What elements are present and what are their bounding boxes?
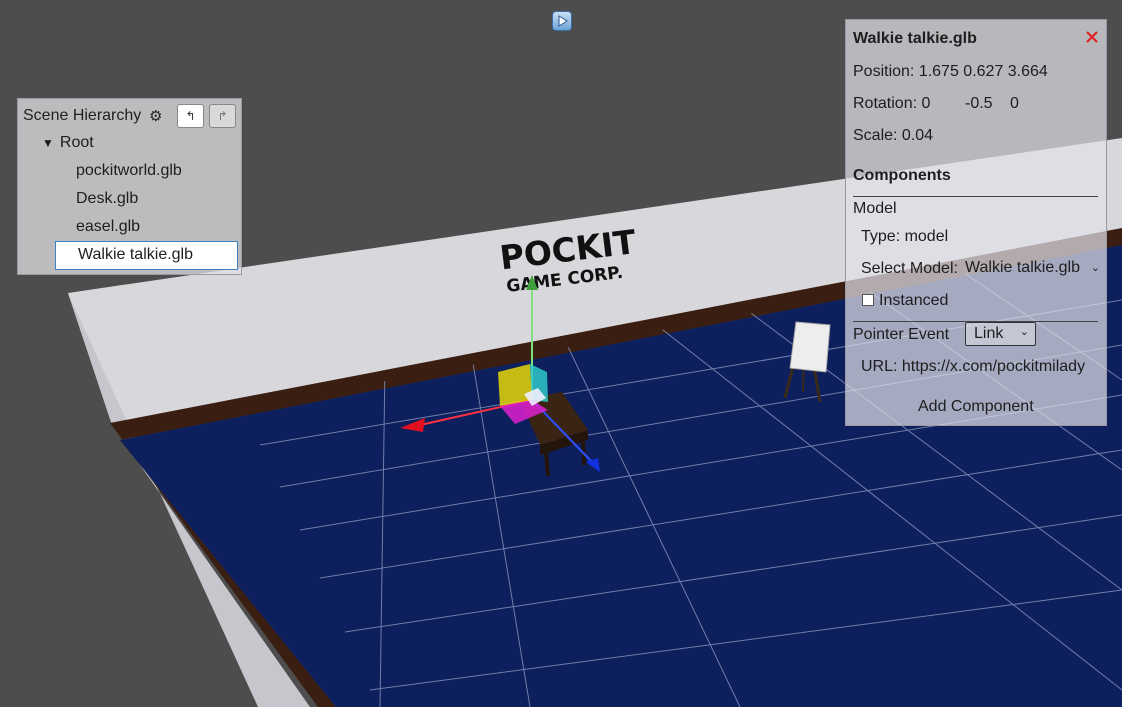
pointer-event-label: Pointer Event: [853, 326, 950, 343]
tree-item[interactable]: pockitworld.glb: [76, 162, 182, 180]
divider: [853, 196, 1098, 197]
inspector-title: Walkie talkie.glb: [853, 30, 977, 47]
tree-node-label: Root: [59, 134, 94, 151]
instanced-label: Instanced: [879, 292, 949, 309]
tree-node-root[interactable]: ▼ Root: [42, 134, 94, 152]
position-readout: Position: 1.675 0.627 3.664: [853, 63, 1048, 80]
undo-icon: ↰: [185, 109, 196, 123]
instanced-checkbox[interactable]: [862, 294, 874, 306]
redo-button[interactable]: ↱: [209, 104, 236, 128]
url-text: URL: https://x.com/pockitmilady: [861, 358, 1086, 375]
rotation-readout: Rotation: 0: [853, 95, 931, 112]
inspector-panel: Walkie talkie.glb Position: 1.675 0.627 …: [845, 19, 1107, 426]
scene-hierarchy-panel: Scene Hierarchy ⚙ ↰ ↱ ▼ Root pockitworld.…: [17, 98, 242, 275]
chevron-down-icon: ⌄: [1019, 326, 1029, 338]
url-field[interactable]: URL: https://x.com/pockitmilady: [861, 356, 1099, 378]
components-heading: Components: [853, 167, 951, 184]
tree-item-label: Walkie talkie.glb: [78, 246, 194, 263]
select-model-dropdown[interactable]: Walkie talkie.glb ⌄: [965, 259, 1100, 281]
rotation-y-value: -0.5: [965, 95, 993, 112]
gear-icon[interactable]: ⚙: [149, 107, 162, 125]
play-icon: [558, 15, 568, 27]
select-model-label: Select Model:: [861, 260, 958, 277]
undo-button[interactable]: ↰: [177, 104, 204, 128]
play-button[interactable]: [552, 11, 572, 31]
chevron-down-icon: ⌄: [1090, 262, 1100, 274]
scene-hierarchy-title: Scene Hierarchy: [23, 107, 142, 124]
scale-readout: Scale: 0.04: [853, 127, 934, 144]
close-icon[interactable]: [1084, 29, 1100, 45]
pointer-event-value: Link: [974, 325, 1004, 342]
pointer-event-select[interactable]: Link ⌄: [965, 322, 1036, 346]
tree-item[interactable]: easel.glb: [76, 218, 140, 236]
model-heading: Model: [853, 200, 897, 217]
tree-item[interactable]: Desk.glb: [76, 190, 138, 208]
expand-triangle-icon: ▼: [42, 136, 54, 150]
redo-icon: ↱: [217, 109, 228, 123]
rotation-z-value: 0: [1010, 95, 1019, 112]
model-type: Type: model: [861, 228, 949, 245]
tree-item-selected[interactable]: Walkie talkie.glb: [55, 241, 238, 270]
select-model-value: Walkie talkie.glb: [965, 259, 1081, 276]
add-component-button[interactable]: Add Component: [918, 398, 1034, 416]
